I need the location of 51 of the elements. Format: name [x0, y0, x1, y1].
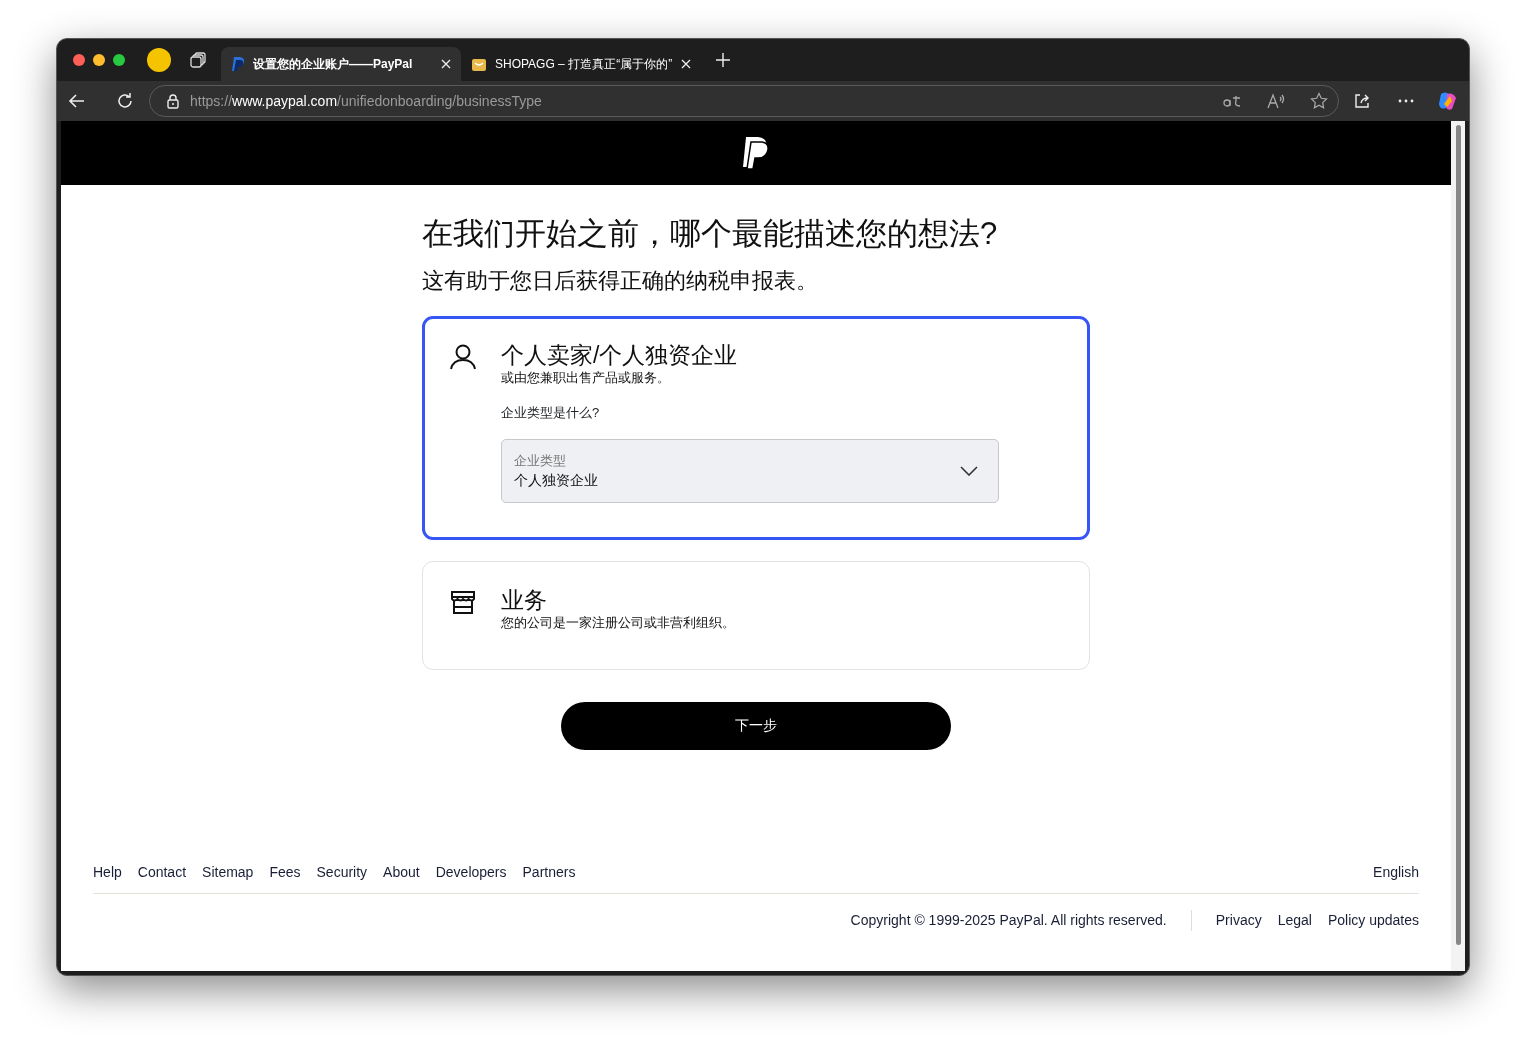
browser-tab[interactable]: 设置您的企业账户——PayPal: [221, 47, 461, 81]
refresh-icon[interactable]: [115, 91, 135, 111]
legal-link[interactable]: Legal: [1277, 910, 1312, 931]
scrollbar-thumb[interactable]: [1455, 125, 1461, 945]
option-description: 您的公司是一家注册公司或非营利组织。: [501, 614, 736, 633]
footer-link[interactable]: Sitemap: [202, 862, 254, 883]
option-title: 个人卖家/个人独资企业: [501, 342, 739, 368]
legal-link[interactable]: Privacy: [1215, 910, 1262, 931]
shop-favicon-icon: [471, 56, 487, 72]
browser-tab[interactable]: SHOPAGG – 打造真正“属于你的”: [461, 47, 701, 81]
close-tab-icon[interactable]: [441, 59, 451, 69]
profile-avatar[interactable]: [147, 48, 171, 72]
close-window-button[interactable]: [73, 54, 85, 66]
footer-link[interactable]: About: [383, 862, 420, 883]
read-aloud-icon[interactable]: [1266, 93, 1286, 109]
copilot-icon[interactable]: [1437, 90, 1459, 112]
footer-link[interactable]: Fees: [269, 862, 301, 883]
option-title: 业务: [501, 587, 548, 614]
select-label: 企业类型: [514, 451, 567, 470]
translate-icon[interactable]: [1222, 93, 1242, 109]
url-text: https://www.paypal.com/unifiedonboarding/businessType: [190, 91, 543, 111]
footer-link[interactable]: Partners: [522, 862, 576, 883]
copyright-text: Copyright © 1999-2025 PayPal. All rights reserved.: [850, 910, 1192, 931]
favorite-star-icon[interactable]: [1310, 92, 1328, 110]
new-tab-icon[interactable]: [715, 52, 731, 68]
scrollbar[interactable]: [1451, 121, 1465, 971]
more-icon[interactable]: [1397, 98, 1415, 104]
person-icon: [449, 342, 477, 371]
select-value: 个人独资企业: [514, 471, 598, 491]
option-card[interactable]: 个人卖家/个人独资企业 或由您兼职出售产品或服务。 企业类型是什么? 企业类型 个人独资企业: [422, 315, 1090, 540]
lock-icon: [166, 93, 180, 109]
paypal-favicon-icon: [231, 56, 245, 72]
next-button[interactable]: 下一步: [561, 701, 951, 750]
tab-actions-icon[interactable]: [189, 51, 207, 69]
footer-link[interactable]: Contact: [137, 862, 187, 883]
page-heading: 在我们开始之前，哪个最能描述您的想法?: [422, 215, 999, 253]
question-label: 企业类型是什么?: [501, 404, 601, 423]
language-link[interactable]: English: [1373, 862, 1419, 883]
maximize-window-button[interactable]: [113, 54, 125, 66]
option-description: 或由您兼职出售产品或服务。: [501, 368, 671, 387]
page-subheading: 这有助于您日后获得正确的纳税申报表。: [422, 268, 819, 295]
close-tab-icon[interactable]: [681, 59, 691, 69]
minimize-window-button[interactable]: [93, 54, 105, 66]
share-icon[interactable]: [1353, 92, 1371, 110]
legal-link[interactable]: Policy updates: [1327, 910, 1419, 931]
business-type-select[interactable]: 企业类型 个人独资企业: [501, 438, 999, 503]
footer-link[interactable]: Help: [93, 862, 122, 883]
footer-link[interactable]: Developers: [435, 862, 507, 883]
chevron-down-icon: [960, 465, 978, 476]
option-card[interactable]: 业务 您的公司是一家注册公司或非营利组织。: [422, 560, 1090, 670]
footer-link[interactable]: Security: [316, 862, 368, 883]
